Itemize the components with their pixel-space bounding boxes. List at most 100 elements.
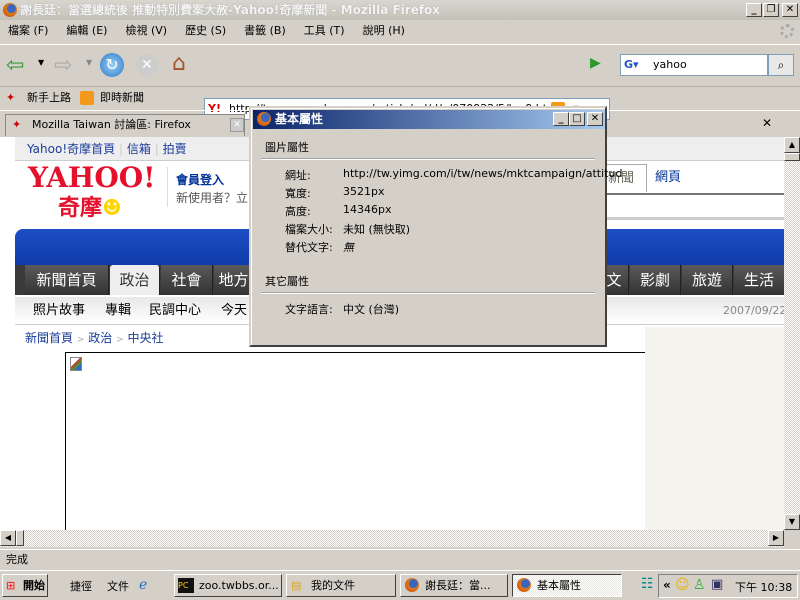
breadcrumb-news-home[interactable]: 新聞首頁 [25, 331, 73, 345]
subnav-features[interactable]: 專輯 [105, 297, 131, 325]
minimize-button[interactable]: _ [746, 3, 762, 17]
scroll-thumb[interactable] [784, 153, 800, 161]
nav-tab-entertainment[interactable]: 影劇 [630, 265, 681, 295]
reload-button[interactable]: ↻ [100, 53, 124, 77]
tray-expand-icon[interactable]: « [663, 578, 671, 592]
subnav-today[interactable]: 今天 [221, 297, 247, 325]
nav-tab-life[interactable]: 生活 [734, 265, 784, 295]
scroll-down-button[interactable]: ▼ [784, 514, 800, 530]
start-label: 開始 [23, 579, 45, 592]
start-button[interactable]: ⊞ 開始 [2, 574, 48, 597]
nav-tab-news-home[interactable]: 新聞首頁 [25, 265, 109, 295]
menu-help[interactable]: 說明 (H) [363, 24, 405, 37]
clock[interactable]: 下午 10:38 [735, 579, 792, 595]
window-title: 謝長廷：當選總統後 推動特別費案大赦-Yahoo!奇摩新聞 - Mozilla … [20, 3, 441, 17]
breadcrumb-politics[interactable]: 政治 [88, 331, 112, 345]
subnav-photo-stories[interactable]: 照片故事 [33, 297, 85, 325]
dialog-minimize-button[interactable]: _ [553, 112, 569, 126]
go-button[interactable]: ▶ [590, 55, 601, 71]
google-icon[interactable]: G▾ [624, 55, 639, 75]
forward-dropdown-icon[interactable]: ▼ [86, 58, 92, 67]
nav-tab-politics[interactable]: 政治 [110, 265, 160, 295]
taskbar-label: 我的文件 [311, 579, 355, 592]
forward-button[interactable]: ⇨ [54, 53, 72, 78]
input-method-icon[interactable]: ☷ [641, 576, 654, 592]
nav-tab-society[interactable]: 社會 [161, 265, 213, 295]
search-input[interactable]: yahoo [653, 55, 687, 75]
menu-history[interactable]: 歷史 (S) [185, 24, 226, 37]
breadcrumb: 新聞首頁 > 政治 > 中央社 [25, 329, 163, 346]
dialog-close-button[interactable]: ✕ [587, 112, 603, 126]
dialog-title: 基本屬性 [275, 112, 324, 126]
stop-button[interactable]: ✕ [136, 54, 158, 76]
taskbar-item-my-documents[interactable]: ▤ 我的文件 [286, 574, 396, 597]
search-box[interactable]: G▾ yahoo [620, 54, 768, 76]
menu-edit[interactable]: 編輯 (E) [66, 24, 107, 37]
search-button[interactable]: ⌕ [768, 54, 794, 76]
yahoo-logo[interactable]: YAHOO! 奇摩☻ [28, 163, 155, 223]
taskbar-item-properties[interactable]: 基本屬性 [512, 574, 622, 597]
section-other-properties: 其它屬性 [265, 275, 309, 288]
firefox-icon [517, 578, 531, 592]
section-image-properties: 圖片屬性 [265, 141, 309, 154]
quicklaunch-shortcut[interactable]: 捷徑 [70, 578, 92, 594]
subnav-polls[interactable]: 民調中心 [149, 297, 201, 325]
tab-list-close-icon[interactable]: ✕ [762, 116, 772, 130]
quicklaunch-documents[interactable]: 文件 [107, 578, 129, 594]
new-user-text[interactable]: 新使用者？立 [176, 189, 248, 206]
bookmarks-toolbar: ✦ 新手上路 即時新聞 [0, 86, 800, 108]
breadcrumb-cna[interactable]: 中央社 [127, 331, 163, 345]
taskbar-item-zoo[interactable]: PC zoo.twbbs.or... [174, 574, 282, 597]
search-tab-web[interactable]: 網頁 [655, 164, 681, 192]
network-icon[interactable]: ▣ [711, 577, 723, 592]
scroll-up-button[interactable]: ▲ [784, 137, 800, 153]
mozilla-icon: ✦ [12, 118, 22, 131]
home-button[interactable]: ⌂ [172, 51, 186, 76]
back-dropdown-icon[interactable]: ▼ [38, 58, 44, 67]
taskbar: ⊞ 開始 捷徑 文件 ℯ PC zoo.twbbs.or... ▤ 我的文件 謝長廷：… [0, 570, 800, 600]
label-file-size: 檔案大小: [285, 223, 333, 236]
divider [606, 217, 784, 220]
divider [606, 193, 784, 195]
dialog-maximize-button[interactable]: □ [569, 112, 585, 126]
value-url: http://tw.yimg.com/i/tw/news/mktcampaign… [343, 167, 623, 180]
hscroll-thumb[interactable] [16, 530, 24, 546]
restore-button[interactable]: ❐ [763, 3, 779, 17]
ie-icon[interactable]: ℯ [139, 577, 147, 593]
link-yahoo-home[interactable]: Yahoo!奇摩首頁 [27, 142, 115, 156]
status-bar: 完成 [0, 549, 800, 569]
taskbar-item-firefox[interactable]: 謝長廷：當... [400, 574, 508, 597]
nav-tab-travel[interactable]: 旅遊 [682, 265, 733, 295]
scroll-left-button[interactable]: ◀ [0, 530, 16, 546]
vertical-scrollbar[interactable]: ▲ ▼ [784, 137, 800, 530]
close-button[interactable]: ✕ [782, 3, 798, 17]
system-tray: « ☺ ♙ ▣ 下午 10:38 [658, 574, 798, 598]
member-login-link[interactable]: 會員登入 [176, 171, 224, 188]
broken-image[interactable] [65, 352, 645, 530]
bookmark-latest-news[interactable]: 即時新聞 [100, 87, 144, 109]
navigation-toolbar: ⇦ ▼ ⇨ ▼ ↻ ✕ ⌂ Y! http://tw.news.yahoo.co… [0, 44, 800, 120]
menu-file[interactable]: 檔案 (F) [8, 24, 48, 37]
link-mail[interactable]: 信箱 [127, 142, 151, 156]
scroll-right-button[interactable]: ▶ [768, 530, 784, 546]
breadcrumb-sep: > [76, 335, 85, 345]
msn-icon[interactable]: ♙ [693, 577, 706, 593]
back-button[interactable]: ⇦ [6, 53, 24, 78]
menu-bookmarks[interactable]: 書籤 (B) [244, 24, 286, 37]
messenger-icon[interactable]: ☺ [675, 577, 690, 593]
tab-close-icon[interactable]: ✕ [230, 118, 244, 132]
taskbar-label: zoo.twbbs.or... [199, 579, 279, 592]
mozilla-icon: ✦ [6, 91, 16, 104]
sidebar-panel [645, 327, 784, 530]
properties-dialog: 基本屬性 _ □ ✕ 圖片屬性 網址: http://tw.yimg.com/i… [249, 106, 622, 347]
tab-label: Mozilla Taiwan 討論區: Firefox [32, 118, 191, 131]
bookmark-getting-started[interactable]: 新手上路 [27, 87, 71, 109]
dialog-titlebar[interactable]: 基本屬性 _ □ ✕ [253, 110, 605, 129]
divider [167, 167, 168, 207]
nav-tab-local[interactable]: 地方 [214, 265, 254, 295]
menu-view[interactable]: 檢視 (V) [125, 24, 167, 37]
tab-mozilla-taiwan[interactable]: ✦ Mozilla Taiwan 討論區: Firefox ✕ [5, 114, 245, 136]
menu-tools[interactable]: 工具 (T) [304, 24, 345, 37]
horizontal-scrollbar[interactable]: ◀ ▶ [0, 530, 784, 547]
link-auction[interactable]: 拍賣 [163, 142, 187, 156]
